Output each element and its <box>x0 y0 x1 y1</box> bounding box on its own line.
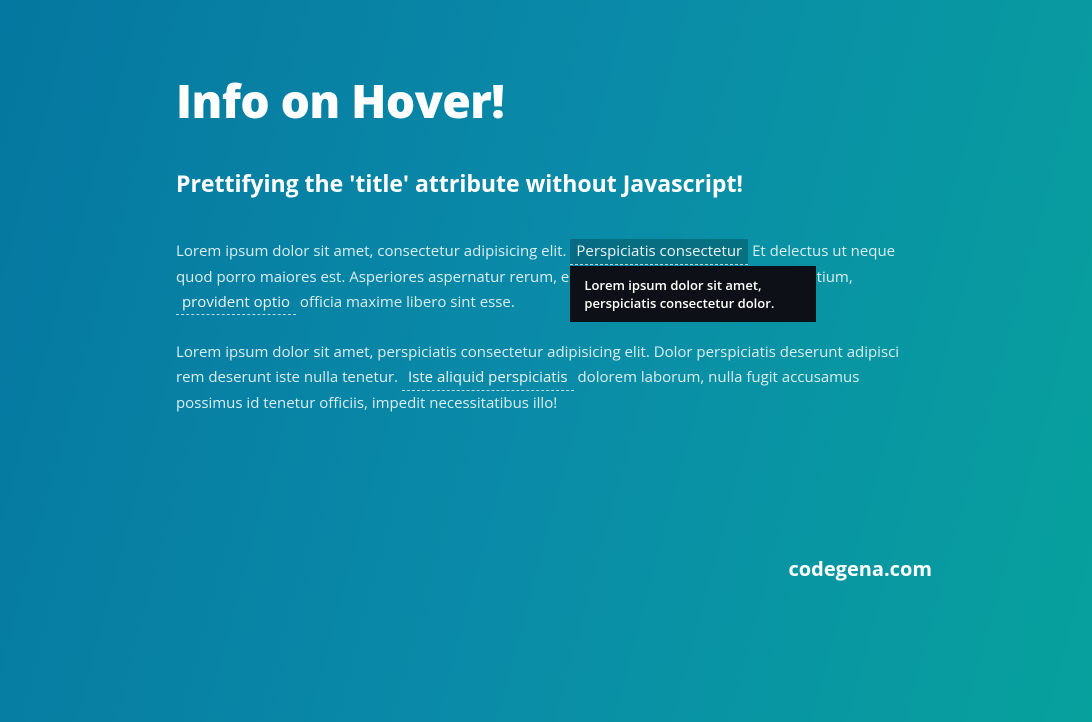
tooltip-trigger-label: provident optio <box>182 292 290 312</box>
text-segment: Lorem ipsum dolor sit amet, consectetur … <box>176 241 570 261</box>
tooltip-trigger-label: Perspiciatis consectetur <box>576 241 742 261</box>
tooltip-trigger-label: Iste aliquid perspiciatis <box>408 367 568 387</box>
tooltip-trigger-provident[interactable]: provident optio <box>176 290 296 316</box>
page-subtitle: Prettifying the 'title' attribute withou… <box>176 167 916 199</box>
paragraph-2: Lorem ipsum dolor sit amet, perspiciatis… <box>176 340 916 415</box>
text-segment: officia maxime libero sint esse. <box>300 292 515 312</box>
page-title: Info on Hover! <box>176 70 916 132</box>
tooltip-trigger-iste[interactable]: Iste aliquid perspiciatis <box>402 365 574 391</box>
tooltip-trigger-perspiciatis[interactable]: Perspiciatis consectetur Lorem ipsum dol… <box>570 239 748 265</box>
attribution-label: codegena.com <box>789 555 933 582</box>
tooltip-content: Lorem ipsum dolor sit amet, perspiciatis… <box>570 266 816 322</box>
paragraph-1: Lorem ipsum dolor sit amet, consectetur … <box>176 239 916 315</box>
